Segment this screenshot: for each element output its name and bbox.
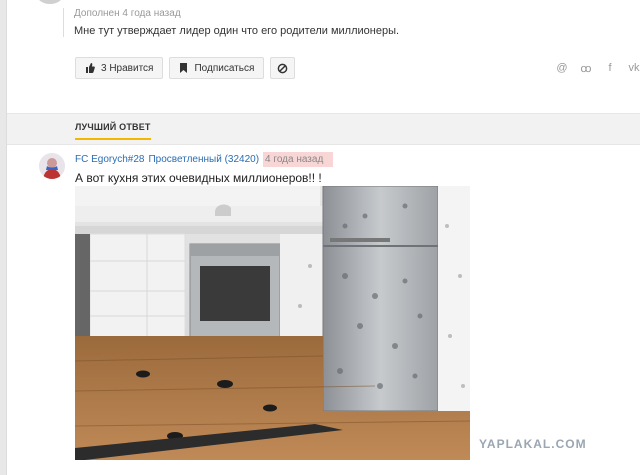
share-icons: @ ꝏ f vk — [555, 62, 640, 75]
user-avatar[interactable] — [37, 0, 63, 4]
addition-text: Мне тут утверждает лидер один что его ро… — [74, 25, 400, 37]
like-button[interactable]: 3 Нравится — [75, 57, 164, 79]
avatar-image — [39, 153, 65, 179]
addition-meta: Дополнен 4 года назад — [74, 8, 181, 19]
mail-share-icon[interactable]: @ — [555, 62, 569, 75]
watermark: YAPLAKAL.COM — [479, 437, 587, 451]
best-answer-tab[interactable]: ЛУЧШИЙ ОТВЕТ — [75, 122, 151, 140]
answer-time: 4 года назад — [263, 152, 334, 167]
thumbs-up-icon — [86, 63, 95, 73]
facebook-share-icon[interactable]: f — [603, 62, 617, 75]
answer-rank[interactable]: Просветленный (32420) — [148, 154, 259, 165]
answer-photo[interactable] — [75, 186, 470, 460]
like-label: 3 Нравится — [101, 62, 154, 74]
question-actions: 3 Нравится Подписаться — [75, 57, 296, 79]
bookmark-icon — [180, 63, 188, 73]
answer-header: FC Egorych#28 Просветленный (32420) 4 го… — [75, 152, 334, 167]
answer-text: А вот кухня этих очевидных миллионеров!!… — [75, 171, 322, 185]
answer-avatar[interactable] — [39, 153, 65, 179]
page: Дополнен 4 года назад Мне тут утверждает… — [6, 0, 640, 475]
kitchen-photo — [75, 186, 470, 460]
subscribe-label: Подписаться — [194, 62, 255, 74]
subscribe-button[interactable]: Подписаться — [169, 57, 265, 79]
block-icon — [278, 63, 288, 73]
question-addition: Дополнен 4 года назад Мне тут утверждает… — [63, 8, 399, 37]
block-button[interactable] — [270, 57, 296, 79]
vk-share-icon[interactable]: vk — [627, 62, 640, 75]
odnoklassniki-share-icon[interactable]: ꝏ — [579, 62, 593, 75]
best-answer-bar: ЛУЧШИЙ ОТВЕТ — [7, 113, 640, 145]
answer-author-link[interactable]: FC Egorych#28 — [75, 154, 144, 165]
